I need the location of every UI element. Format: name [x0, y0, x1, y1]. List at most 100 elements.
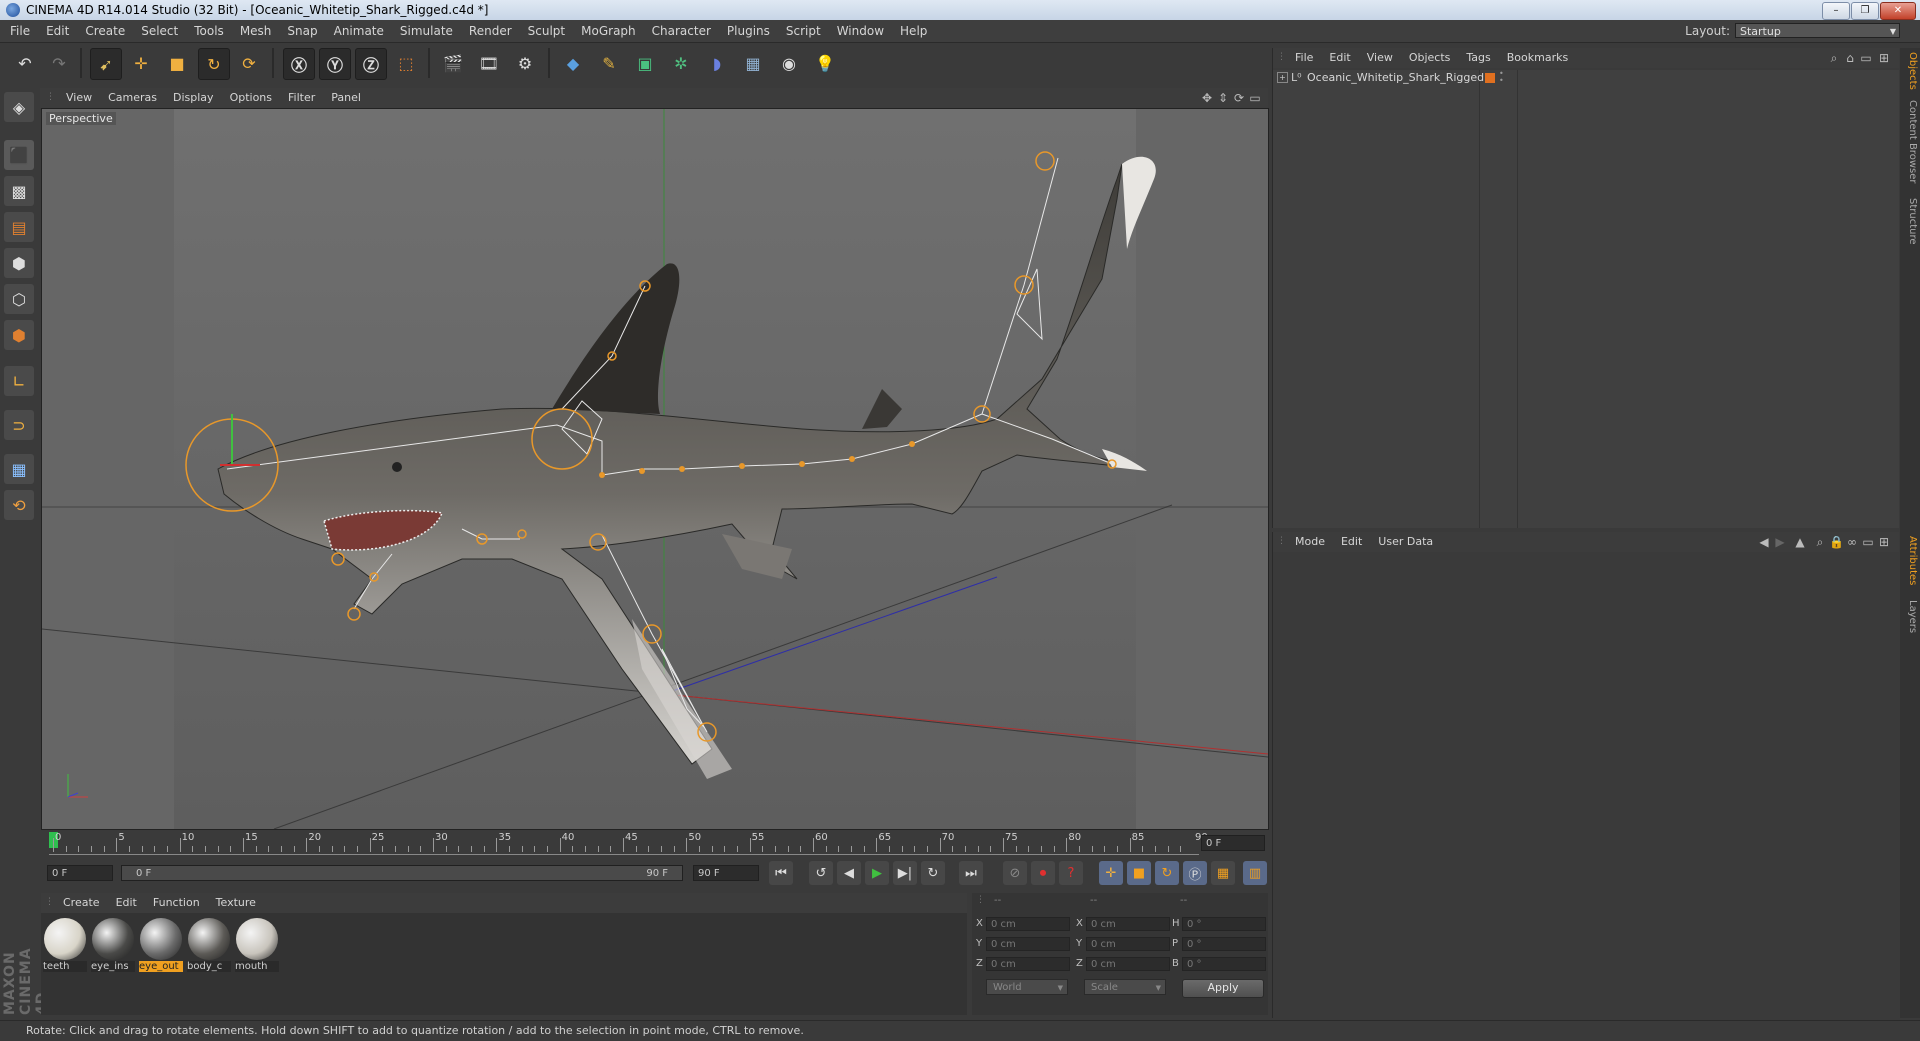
toggle-view-icon[interactable]: ▭ [1248, 91, 1262, 105]
edges-mode-icon[interactable]: ⬡ [4, 284, 34, 314]
move-view-icon[interactable]: ✥ [1200, 91, 1214, 105]
go-to-end-icon[interactable]: ⏭ [959, 861, 983, 885]
go-to-start-icon[interactable]: ⏮ [769, 861, 793, 885]
menu-select[interactable]: Select [133, 20, 186, 42]
size-z-field[interactable]: 0 cm [1086, 957, 1170, 971]
attribute-menu-mode[interactable]: Mode [1287, 532, 1333, 552]
menu-simulate[interactable]: Simulate [392, 20, 461, 42]
viewport-menu-panel[interactable]: Panel [323, 88, 369, 108]
minimize-button[interactable]: – [1822, 2, 1850, 20]
menu-plugins[interactable]: Plugins [719, 20, 778, 42]
tab-layers[interactable]: Layers [1902, 600, 1918, 633]
toggle-panel-icon[interactable]: ⊞ [1877, 535, 1891, 549]
list-item[interactable]: + L⁰ Oceanic_Whitetip_Shark_Rigged • • [1273, 70, 1899, 86]
go-to-previous-key-icon[interactable]: ↺ [809, 861, 833, 885]
attribute-menu-edit[interactable]: Edit [1333, 532, 1370, 552]
viewport-menu-view[interactable]: View [58, 88, 100, 108]
array-icon[interactable]: ✲ [666, 48, 696, 78]
search-icon[interactable]: ⌕ [1813, 535, 1827, 549]
live-selection-icon[interactable]: ➹ [90, 48, 122, 80]
object-menu-file[interactable]: File [1287, 48, 1321, 68]
z-axis-lock-icon[interactable]: Ⓩ [355, 48, 387, 80]
menu-mograph[interactable]: MoGraph [573, 20, 644, 42]
menu-snap[interactable]: Snap [279, 20, 325, 42]
size-y-field[interactable]: 0 cm [1086, 937, 1170, 951]
object-menu-tags[interactable]: Tags [1458, 48, 1498, 68]
keyframe-selection-icon[interactable]: ? [1059, 861, 1083, 885]
coordinate-space-select[interactable]: World ▼ [986, 979, 1068, 995]
rot-p-field[interactable]: 0 ° [1182, 937, 1266, 951]
3d-viewport[interactable]: Perspective [41, 108, 1269, 830]
zoom-view-icon[interactable]: ⇕ [1216, 91, 1230, 105]
menu-animate[interactable]: Animate [326, 20, 392, 42]
rotate-icon[interactable]: ↻ [198, 48, 230, 80]
size-x-field[interactable]: 0 cm [1086, 917, 1170, 931]
viewport-menu-display[interactable]: Display [165, 88, 222, 108]
material-swatch[interactable]: body_c [187, 917, 231, 975]
menu-sculpt[interactable]: Sculpt [520, 20, 573, 42]
pos-x-field[interactable]: 0 cm [986, 917, 1070, 931]
key-parameter-icon[interactable]: Ⓟ [1183, 861, 1207, 885]
axis-mode-icon[interactable]: ∟ [4, 366, 34, 396]
current-frame-field[interactable]: 0 F [1201, 835, 1265, 851]
menu-mesh[interactable]: Mesh [232, 20, 280, 42]
menu-file[interactable]: File [2, 20, 38, 42]
pos-z-field[interactable]: 0 cm [986, 957, 1070, 971]
menu-script[interactable]: Script [778, 20, 829, 42]
menu-edit[interactable]: Edit [38, 20, 77, 42]
menu-create[interactable]: Create [77, 20, 133, 42]
polygons-mode-icon[interactable]: ⬢ [4, 320, 34, 350]
timeline-window-icon[interactable]: ▥ [1243, 861, 1267, 885]
menu-character[interactable]: Character [644, 20, 719, 42]
snap-magnet-icon[interactable]: ⊃ [4, 410, 34, 440]
previous-frame-icon[interactable]: ◀ [837, 861, 861, 885]
rotate-view-icon[interactable]: ⟳ [1232, 91, 1246, 105]
link-icon[interactable]: ∞ [1845, 535, 1859, 549]
menu-tools[interactable]: Tools [186, 20, 232, 42]
up-arrow-icon[interactable]: ▲ [1793, 535, 1807, 549]
menu-window[interactable]: Window [829, 20, 892, 42]
tab-structure[interactable]: Structure [1902, 198, 1918, 245]
play-forward-icon[interactable]: ▶ [865, 861, 889, 885]
key-scale-icon[interactable]: ■ [1127, 861, 1151, 885]
tab-objects[interactable]: Objects [1902, 52, 1918, 90]
make-editable-icon[interactable]: ◈ [4, 92, 34, 122]
viewport-menu-cameras[interactable]: Cameras [100, 88, 165, 108]
key-point-level-icon[interactable]: ▦ [1211, 861, 1235, 885]
material-menu-function[interactable]: Function [145, 893, 208, 913]
pos-y-field[interactable]: 0 cm [986, 937, 1070, 951]
texture-mode-icon[interactable]: ▩ [4, 176, 34, 206]
rot-b-field[interactable]: 0 ° [1182, 957, 1266, 971]
layout-select[interactable]: Startup ▼ [1735, 23, 1900, 38]
autokeying-icon[interactable]: ⏺ [1031, 861, 1055, 885]
coordinate-system-icon[interactable]: ⬚ [391, 48, 421, 78]
render-picture-viewer-icon[interactable]: 🎞 [474, 48, 504, 78]
object-menu-view[interactable]: View [1359, 48, 1401, 68]
points-mode-icon[interactable]: ⬢ [4, 248, 34, 278]
material-menu-edit[interactable]: Edit [108, 893, 145, 913]
spline-pen-icon[interactable]: ✎ [594, 48, 624, 78]
close-button[interactable]: ✕ [1880, 2, 1916, 20]
lock-icon[interactable]: 🔒 [1829, 535, 1844, 549]
material-swatch[interactable]: teeth [43, 917, 87, 975]
search-icon[interactable]: ⌕ [1827, 51, 1841, 65]
menu-render[interactable]: Render [461, 20, 520, 42]
material-swatch[interactable]: mouth [235, 917, 279, 975]
object-menu-edit[interactable]: Edit [1321, 48, 1358, 68]
move-icon[interactable]: ✛ [126, 48, 156, 78]
next-frame-icon[interactable]: ▶| [893, 861, 917, 885]
visibility-dots-icon[interactable]: • • [1499, 70, 1504, 85]
go-to-next-key-icon[interactable]: ↻ [921, 861, 945, 885]
maximize-button[interactable]: ❐ [1851, 2, 1879, 20]
tab-attributes[interactable]: Attributes [1902, 536, 1918, 585]
back-arrow-icon[interactable]: ◀ [1757, 535, 1771, 549]
scale-icon[interactable]: ■ [162, 48, 192, 78]
model-mode-icon[interactable]: ⬛ [4, 140, 34, 170]
cube-object-icon[interactable]: ◆ [558, 48, 588, 78]
expand-toggle-icon[interactable]: + [1277, 72, 1288, 83]
x-axis-lock-icon[interactable]: Ⓧ [283, 48, 315, 80]
preview-range-slider[interactable]: 0 F 90 F [121, 865, 683, 881]
record-keys-icon[interactable]: ⊘ [1003, 861, 1027, 885]
toggle-panel-icon[interactable]: ⊞ [1877, 51, 1891, 65]
size-mode-select[interactable]: Scale ▼ [1084, 979, 1166, 995]
